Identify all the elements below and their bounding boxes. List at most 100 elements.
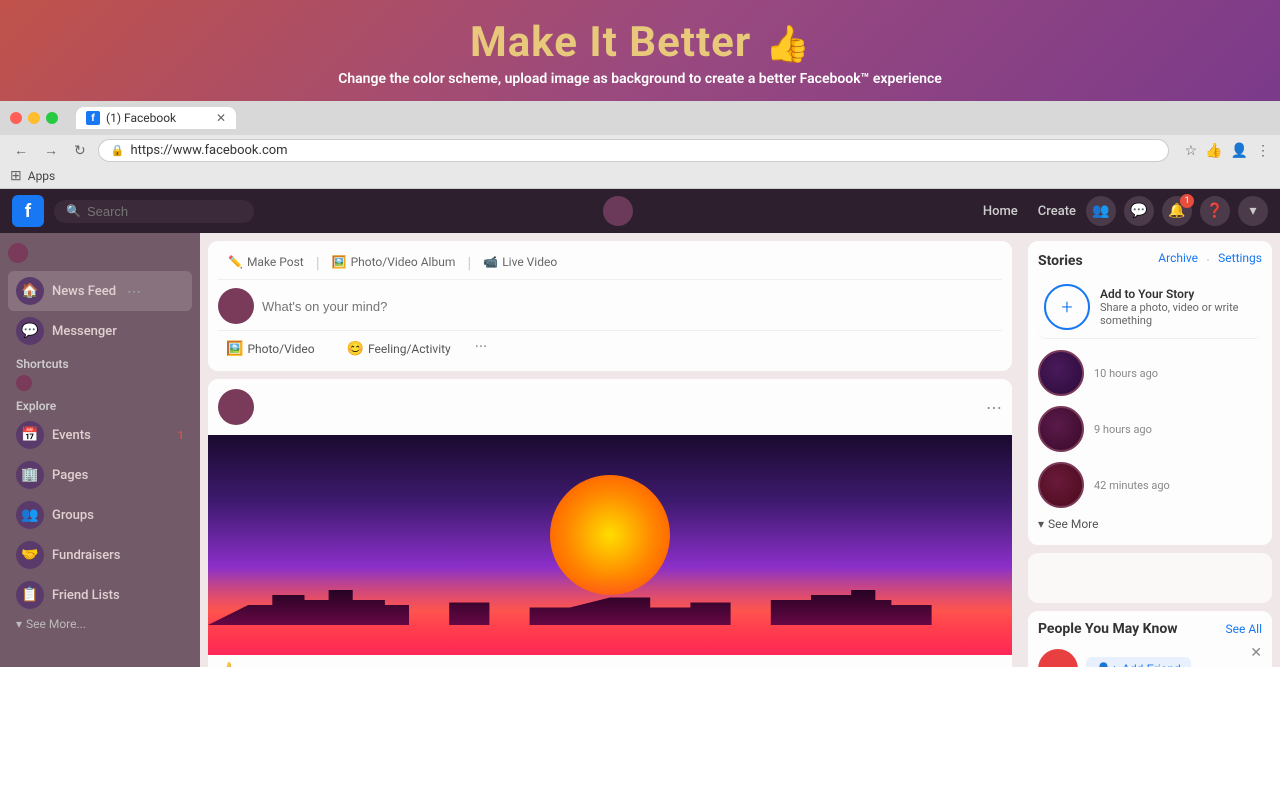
search-bar[interactable]: 🔍 [54,200,254,223]
make-post-tab[interactable]: ✏️ Make Post [218,251,314,273]
reload-button[interactable]: ↻ [70,141,90,161]
tab-separator-1: | [316,253,320,272]
browser-addressbar: ← → ↻ 🔒 https://www.facebook.com ☆ 👍 👤 ⋮ [0,135,1280,166]
url-text: https://www.facebook.com [130,143,287,158]
tab-bar: f (1) Facebook ✕ [76,107,1270,129]
notifications-icon-button[interactable]: 🔔 1 [1162,196,1192,226]
sidebar-item-events[interactable]: 📅 Events 1 [8,415,192,455]
nav-create[interactable]: Create [1038,204,1076,219]
facebook-favicon: f [86,111,100,125]
photo-video-album-tab[interactable]: 🖼️ Photo/Video Album [322,251,466,273]
minimize-window-button[interactable] [28,112,40,124]
add-story-button[interactable]: + Add to Your Story Share a photo, video… [1038,278,1262,339]
bookmark-icon[interactable]: ☆ [1185,143,1198,159]
user-avatar-nav [603,196,633,226]
tab-title: (1) Facebook [106,111,176,125]
messages-icon-button[interactable]: 💬 [1124,196,1154,226]
add-story-plus-icon: + [1044,284,1090,330]
feeling-activity-action[interactable]: 😊 Feeling/Activity [339,337,459,361]
account-icon[interactable]: 👤 [1231,143,1248,159]
feeling-label: Feeling/Activity [368,342,451,356]
sidebar-pages-label: Pages [52,468,88,483]
banner: Make It Better 👍 Change the color scheme… [0,0,1280,101]
facebook-container: f 🔍 Home Create 👥 💬 🔔 1 ❓ ▾ [0,189,1280,667]
sidebar-item-groups[interactable]: 👥 Groups [8,495,192,535]
address-bar[interactable]: 🔒 https://www.facebook.com [98,139,1169,162]
sidebar-item-friendlists[interactable]: 📋 Friend Lists [8,575,192,615]
sidebar-item-newsfeed[interactable]: 🏠 News Feed ⋯ [8,271,192,311]
maximize-window-button[interactable] [46,112,58,124]
apps-label[interactable]: Apps [28,169,56,183]
nav-links: Home Create [983,204,1076,219]
more-actions-button[interactable]: ··· [475,337,488,361]
video-icon: 📹 [483,255,498,269]
pymk-header: People You May Know See All [1038,621,1262,637]
photo-video-action[interactable]: 🖼️ Photo/Video [218,337,323,361]
story-item-3[interactable]: 42 minutes ago [1038,457,1262,513]
account-menu-button[interactable]: ▾ [1238,196,1268,226]
photo-icon: 🖼️ [332,255,347,269]
add-story-title: Add to Your Story [1100,287,1256,301]
stories-header: Stories Archive · Settings [1038,251,1262,270]
story-item-2[interactable]: 9 hours ago [1038,401,1262,457]
close-window-button[interactable] [10,112,22,124]
post-text-input[interactable] [262,299,1002,314]
sidebar-user-avatar [8,243,28,263]
forward-button[interactable]: → [40,140,62,161]
nav-home[interactable]: Home [983,204,1018,219]
shortcut-item[interactable] [16,375,32,391]
facebook-logo: f [12,195,44,227]
photo-video-icon: 🖼️ [226,341,243,357]
sidebar-fundraisers-label: Fundraisers [52,548,120,563]
facebook-sidebar: 🏠 News Feed ⋯ 💬 Messenger Shortcuts Expl… [0,233,200,667]
live-video-label: Live Video [502,255,557,269]
banner-thumb-icon: 👍 [765,23,810,65]
photo-video-album-label: Photo/Video Album [351,255,456,269]
pymk-avatar-1 [1038,649,1078,667]
traffic-lights [10,112,58,124]
shortcuts-section-title: Shortcuts [8,351,192,373]
post-image [208,435,1012,655]
tab-close-button[interactable]: ✕ [216,111,226,125]
sidebar-see-more-button[interactable]: ▾ See More... [8,615,192,633]
browser-tab-facebook[interactable]: f (1) Facebook ✕ [76,107,236,129]
menu-icon[interactable]: ⋮ [1256,143,1270,159]
post-card: ⋯ 👍 👍 Like [208,379,1012,667]
sidebar-item-fundraisers[interactable]: 🤝 Fundraisers [8,535,192,575]
post-composer: ✏️ Make Post | 🖼️ Photo/Video Album | 📹 … [208,241,1012,371]
like-reaction-icon: 👍 [218,661,238,667]
pymk-see-all-button[interactable]: See All [1226,622,1263,636]
banner-subtitle: Change the color scheme, upload image as… [20,71,1260,87]
messenger-icon: 💬 [16,317,44,345]
story-avatar-2 [1038,406,1084,452]
sidebar-newsfeed-label: News Feed [52,284,116,299]
back-button[interactable]: ← [10,140,32,161]
help-icon-button[interactable]: ❓ [1200,196,1230,226]
friends-icon-button[interactable]: 👥 [1086,196,1116,226]
archive-link[interactable]: Archive [1158,251,1198,270]
pymk-close-1[interactable]: ✕ [1250,645,1262,661]
post-menu-button[interactable]: ⋯ [986,398,1002,417]
sidebar-groups-label: Groups [52,508,94,523]
thumbsup-icon[interactable]: 👍 [1205,143,1222,159]
fundraisers-icon: 🤝 [16,541,44,569]
add-friend-button-1[interactable]: 👤+ Add Friend [1086,657,1191,667]
story-avatar-3 [1038,462,1084,508]
apps-grid-icon[interactable]: ⊞ [10,168,22,184]
settings-link[interactable]: Settings [1218,251,1262,270]
stories-see-more-button[interactable]: ▾ See More [1038,513,1262,535]
story-item-1[interactable]: 10 hours ago [1038,345,1262,401]
make-post-label: Make Post [247,255,304,269]
browser-chrome: f (1) Facebook ✕ ← → ↻ 🔒 https://www.fac… [0,101,1280,189]
story-avatar-1 [1038,350,1084,396]
photo-video-label: Photo/Video [247,342,314,356]
stories-card: Stories Archive · Settings + Add to Your… [1028,241,1272,545]
sidebar-item-pages[interactable]: 🏢 Pages [8,455,192,495]
chevron-down-icon: ▾ [1038,517,1044,531]
newsfeed-icon: 🏠 [16,277,44,305]
search-input[interactable] [87,204,227,219]
live-video-tab[interactable]: 📹 Live Video [473,251,567,273]
facebook-navbar: f 🔍 Home Create 👥 💬 🔔 1 ❓ ▾ [0,189,1280,233]
newsfeed-more-button[interactable]: ⋯ [124,281,144,301]
sidebar-item-messenger[interactable]: 💬 Messenger [8,311,192,351]
